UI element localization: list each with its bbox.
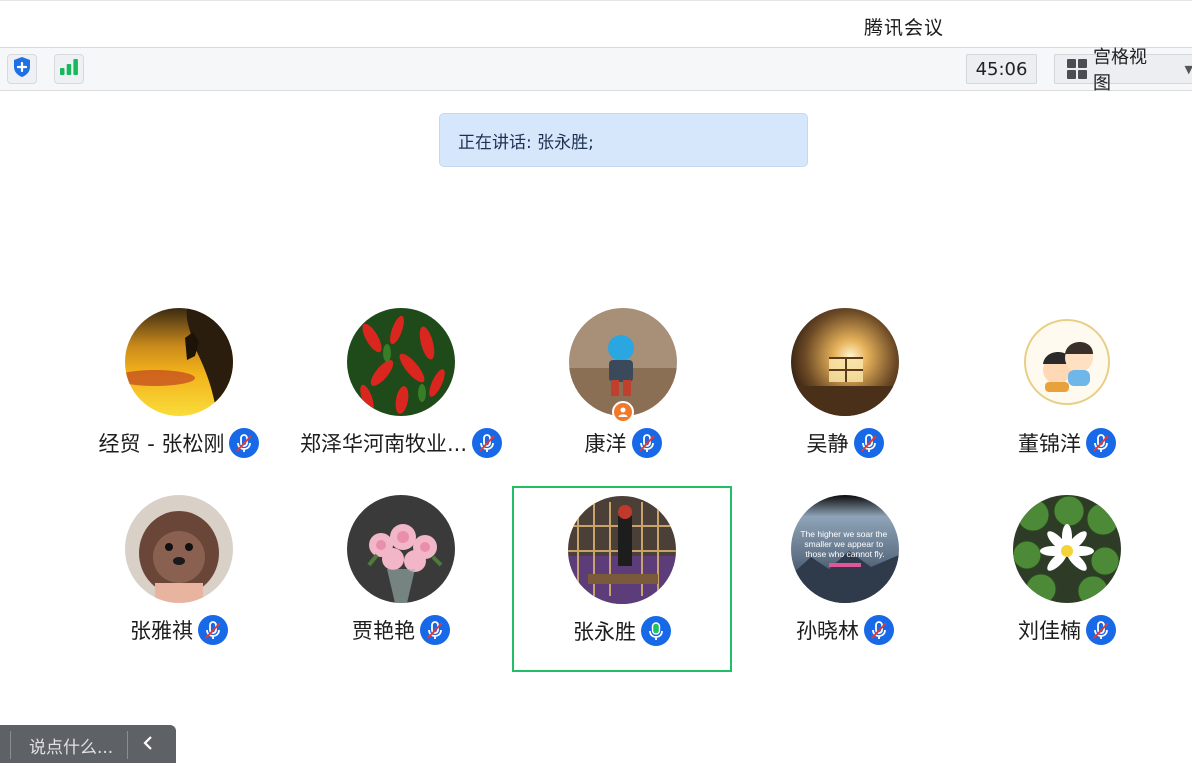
mic-muted-icon[interactable] [864,615,894,645]
participant-name: 贾艳艳 [352,619,415,643]
signal-icon [59,58,79,80]
participant-name: 康洋 [584,432,627,456]
mic-muted-icon[interactable] [1086,428,1116,458]
participant-name-row: 经贸 - 张松刚 [99,428,260,458]
chat-bar: 说点什么... [0,725,176,763]
speaking-indicator: 正在讲话: 张永胜; [439,113,808,167]
participant-tile[interactable]: 经贸 - 张松刚 [69,300,289,486]
participant-name: 吴静 [806,432,849,456]
participant-name: 张永胜 [573,620,636,644]
participant-tile[interactable]: 康洋 [513,300,733,486]
avatar [347,308,455,416]
mic-muted-icon[interactable] [198,615,228,645]
avatar [1013,308,1121,416]
host-badge-icon [612,401,634,423]
participant-name-row: 张雅祺 [130,615,228,645]
participant-name-row: 张永胜 [573,616,671,646]
view-mode-label: 宫格视图 [1093,47,1147,94]
participant-tile[interactable]: 刘佳楠 [957,487,1177,673]
participant-tile[interactable]: 董锦洋 [957,300,1177,486]
avatar [791,308,899,416]
network-status-button[interactable] [54,54,84,84]
security-button[interactable] [7,54,37,84]
mic-muted-icon[interactable] [1086,615,1116,645]
title-bar: 腾讯会议 [0,0,1192,48]
active-speaker-tile[interactable]: 张永胜 [512,486,732,672]
participant-name-row: 郑泽华河南牧业... [299,428,503,458]
participant-tile[interactable]: 张雅祺 [69,487,289,673]
participant-name-row: 吴静 [807,428,884,458]
participant-name-row: 刘佳楠 [1018,615,1116,645]
avatar [125,495,233,603]
participant-name: 孙晓林 [796,619,859,643]
participant-name: 刘佳楠 [1018,619,1081,643]
avatar [1013,495,1121,603]
mic-muted-icon[interactable] [420,615,450,645]
participant-tile[interactable]: 贾艳艳 [291,487,511,673]
chat-input[interactable]: 说点什么... [11,733,127,758]
avatar [347,495,455,603]
participant-name: 张雅祺 [130,619,193,643]
shield-icon [12,56,32,82]
mic-speaking-icon[interactable] [641,616,671,646]
participant-name-row: 董锦洋 [1018,428,1116,458]
participant-name: 郑泽华河南牧业... [299,432,468,456]
participant-tile[interactable]: 吴静 [735,300,955,486]
avatar [568,496,676,604]
window-title: 腾讯会议 [864,17,945,39]
meeting-window: 腾讯会议 45:06 宫格视图 ▼ 正在讲话: 张永胜; 经贸 - 张松刚 郑泽… [0,0,1192,763]
caret-down-icon: ▼ [1184,62,1192,76]
participant-name-row: 孙晓林 [796,615,894,645]
speaking-text: 正在讲话: 张永胜; [458,132,594,153]
participant-name-row: 贾艳艳 [352,615,450,645]
grid-view-icon [1067,59,1087,79]
mic-muted-icon[interactable] [472,428,503,458]
svg-text:The higher we soar the: The higher we soar the smaller we appear… [800,529,889,559]
avatar: The higher we soar the smaller we appear… [791,495,899,603]
participant-name: 经贸 - 张松刚 [98,432,225,456]
participant-name-row: 康洋 [585,428,662,458]
collapse-chevron-icon[interactable] [128,735,154,756]
participant-tile[interactable]: 郑泽华河南牧业... [291,300,511,486]
view-mode-dropdown[interactable]: 宫格视图 ▼ [1054,47,1192,94]
avatar [125,308,233,416]
top-toolbar: 45:06 宫格视图 ▼ [0,47,1192,94]
mic-muted-icon[interactable] [631,428,662,458]
meeting-timer: 45:06 [966,54,1037,84]
mic-muted-icon[interactable] [853,428,884,458]
participant-name: 董锦洋 [1018,432,1081,456]
mic-muted-icon[interactable] [229,428,260,458]
participant-tile[interactable]: The higher we soar the smaller we appear… [735,487,955,673]
avatar [569,308,677,423]
